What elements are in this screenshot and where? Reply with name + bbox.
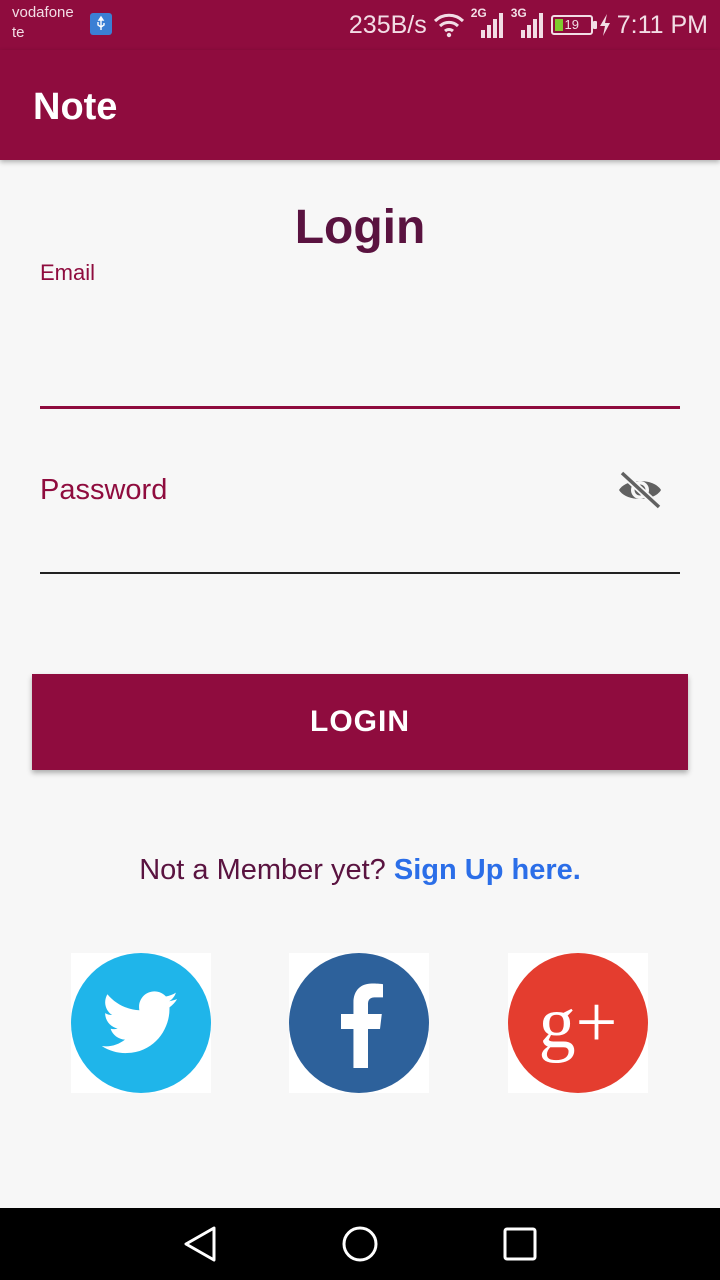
battery-icon: 19 <box>550 15 597 35</box>
app-title: Note <box>33 86 118 128</box>
home-circle-icon <box>342 1226 378 1262</box>
net-speed: 235B/s <box>348 10 427 39</box>
toggle-password-visibility-button[interactable] <box>614 468 666 512</box>
clock: 7:11 PM <box>616 10 708 39</box>
status-bar: vodafone te 235B/s 2G 3G 19 7:11 PM <box>0 0 720 50</box>
wifi-icon <box>433 13 464 38</box>
recents-square-icon <box>503 1227 537 1261</box>
facebook-login-button[interactable] <box>289 953 429 1093</box>
recents-button[interactable] <box>500 1224 540 1264</box>
home-button[interactable] <box>340 1224 380 1264</box>
google-plus-icon: g+ <box>538 982 618 1064</box>
signal-3g-icon: 3G <box>511 6 545 40</box>
status-indicators: 235B/s 2G 3G 19 7:11 PM <box>348 6 708 42</box>
signup-link[interactable]: Sign Up here. <box>394 854 581 886</box>
twitter-bird-icon <box>102 991 179 1054</box>
usb-icon <box>90 13 112 35</box>
navigation-bar <box>0 1208 720 1280</box>
eye-off-icon <box>619 470 662 510</box>
signal-2g-icon: 2G <box>471 6 505 40</box>
signup-prompt: Not a Member yet? <box>139 854 386 886</box>
password-input[interactable] <box>40 468 600 512</box>
email-underline <box>40 406 680 409</box>
back-button[interactable] <box>180 1224 220 1264</box>
login-button[interactable]: LOGIN <box>32 674 688 770</box>
facebook-f-icon <box>341 983 383 1068</box>
signup-row: Not a Member yet? Sign Up here. <box>0 854 720 887</box>
password-underline <box>40 572 680 574</box>
email-input[interactable] <box>40 300 680 400</box>
login-heading: Login <box>294 201 426 254</box>
google-plus-login-button[interactable]: g+ <box>508 953 648 1093</box>
carrier-name: vodafone te <box>12 4 74 41</box>
email-label: Email <box>40 260 96 285</box>
back-triangle-icon <box>184 1226 216 1262</box>
charging-icon <box>599 14 610 36</box>
app-bar: Note <box>0 50 720 160</box>
twitter-login-button[interactable] <box>71 953 211 1093</box>
